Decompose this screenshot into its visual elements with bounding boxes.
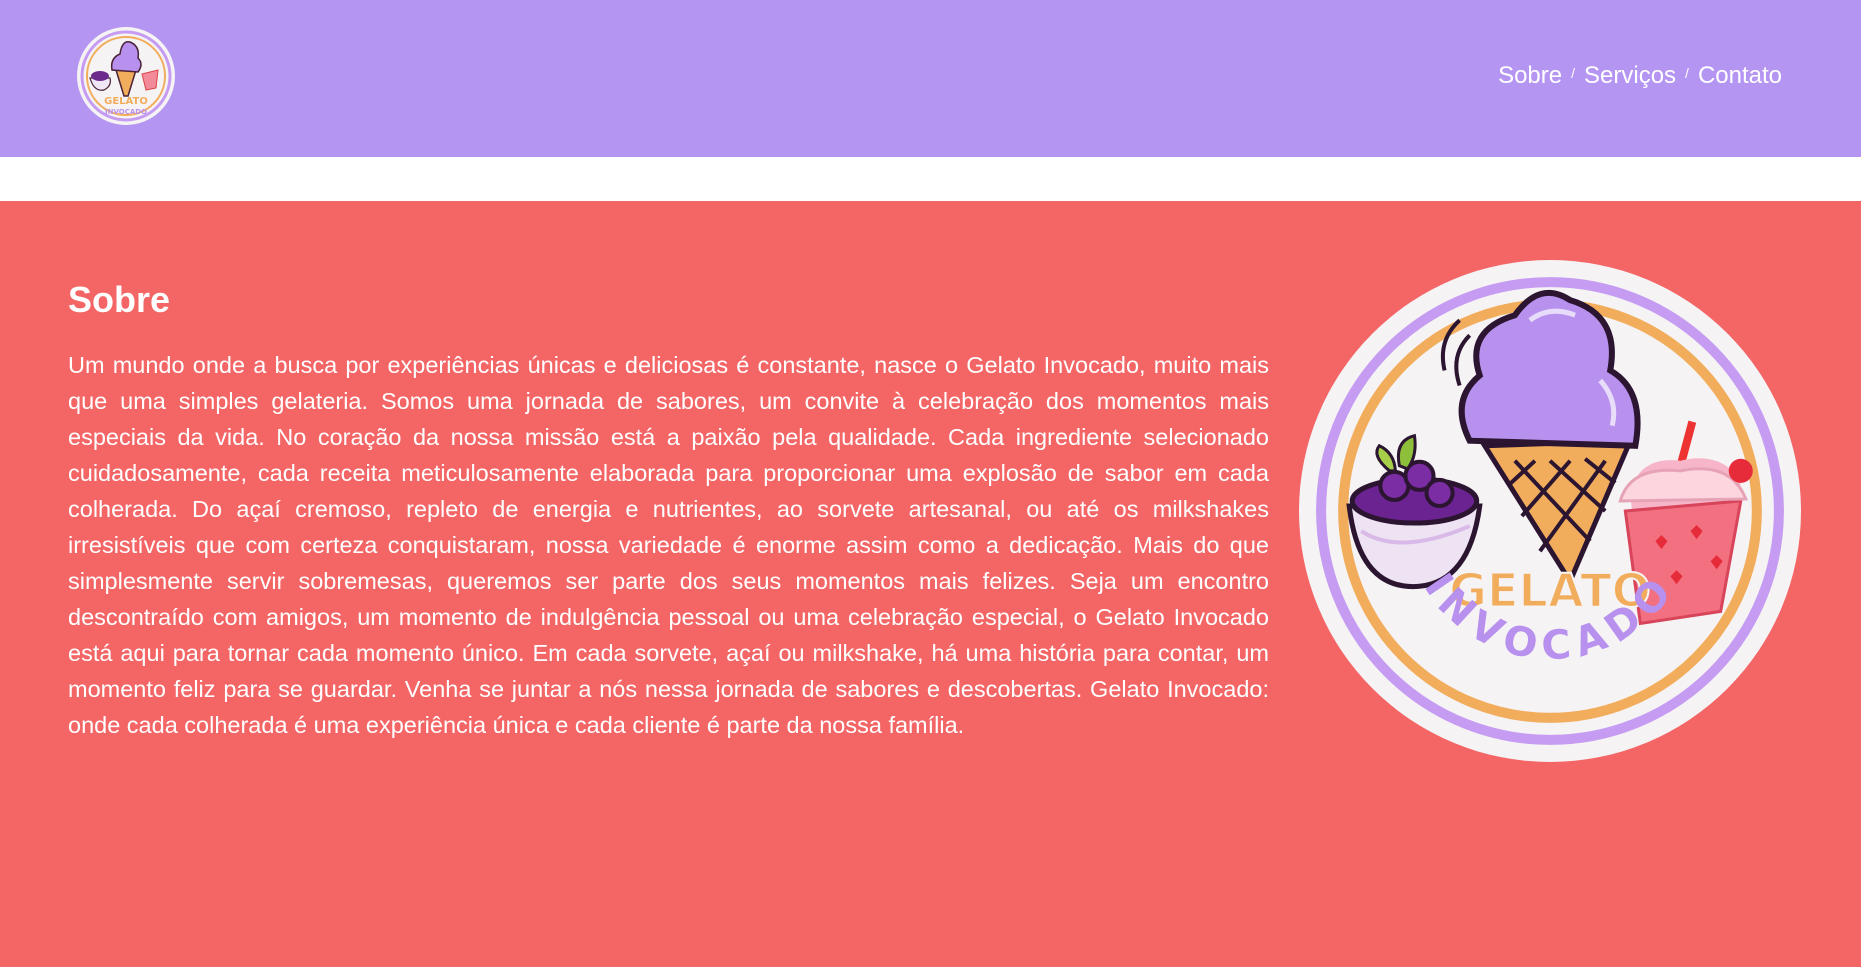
about-text: Um mundo onde a busca por experiências ú…: [68, 352, 1269, 738]
nav-link-sobre[interactable]: Sobre: [1498, 62, 1562, 90]
nav-separator: /: [1571, 65, 1576, 81]
nav-link-contato[interactable]: Contato: [1698, 62, 1782, 90]
nav-link-servicos[interactable]: Serviços: [1584, 62, 1676, 90]
about-title: Sobre: [68, 279, 171, 320]
nav-separator: /: [1685, 65, 1689, 81]
svg-text:GELATO: GELATO: [104, 96, 148, 107]
site-header: GELATO INVOCADO Sobre / Serviços / Conta…: [0, 0, 1861, 157]
main-nav: Sobre / Serviços / Contato: [1498, 62, 1782, 90]
header-spacer: [0, 157, 1861, 201]
svg-text:INVOCADO: INVOCADO: [105, 108, 147, 116]
gelato-invocado-logo: GELATO INVOCADO: [1299, 260, 1801, 762]
about-section: Sobre Um mundo onde a busca por experiên…: [0, 201, 1861, 967]
brand-logo[interactable]: GELATO INVOCADO: [76, 26, 176, 126]
